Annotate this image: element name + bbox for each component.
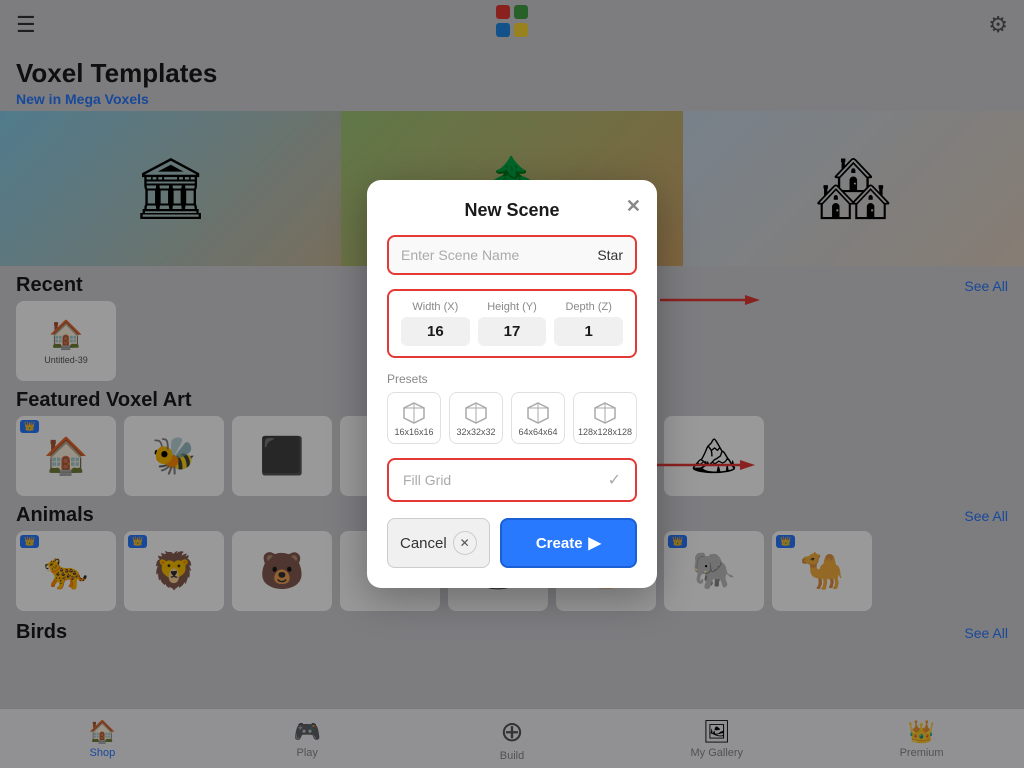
preset-cube-icon-4 [591,399,619,427]
preset-32[interactable]: 32x32x32 [449,392,503,444]
depth-value[interactable]: 1 [554,317,623,346]
create-label: Create [536,535,583,552]
preset-128[interactable]: 128x128x128 [573,392,637,444]
dimensions-section: Width (X) Height (Y) Depth (Z) 16 17 1 [387,289,637,358]
scene-name-value: Star [597,247,623,263]
presets-section: Presets 16x16x16 32x32x3 [387,372,637,444]
height-value[interactable]: 17 [478,317,547,346]
dimensions-values: 16 17 1 [401,317,623,346]
preset-cube-icon-2 [462,399,490,427]
preset-size-1: 16x16x16 [394,427,433,437]
preset-size-3: 64x64x64 [518,427,557,437]
preset-64[interactable]: 64x64x64 [511,392,565,444]
width-value[interactable]: 16 [401,317,470,346]
preset-size-4: 128x128x128 [578,427,632,437]
create-arrow-icon: ▶ [589,533,601,553]
scene-name-placeholder: Enter Scene Name [401,247,519,263]
preset-16[interactable]: 16x16x16 [387,392,441,444]
fill-grid-field[interactable]: Fill Grid ✓ [387,458,637,502]
modal-overlay[interactable]: New Scene ✕ Enter Scene Name Star Width … [0,0,1024,768]
modal-title: New Scene [387,200,637,221]
width-label: Width (X) [401,301,470,313]
modal-buttons: Cancel ✕ Create ▶ [387,518,637,568]
dimensions-labels: Width (X) Height (Y) Depth (Z) [401,301,623,313]
preset-cube-icon-1 [400,399,428,427]
preset-size-2: 32x32x32 [456,427,495,437]
new-scene-modal: New Scene ✕ Enter Scene Name Star Width … [367,180,657,588]
modal-close-button[interactable]: ✕ [626,196,641,217]
scene-name-field[interactable]: Enter Scene Name Star [387,235,637,275]
fill-grid-check-icon: ✓ [608,470,621,490]
cancel-x-icon: ✕ [453,531,477,555]
depth-label: Depth (Z) [554,301,623,313]
preset-cube-icon-3 [524,399,552,427]
cancel-button[interactable]: Cancel ✕ [387,518,490,568]
cancel-label: Cancel [400,535,447,552]
fill-grid-label: Fill Grid [403,472,451,488]
presets-label: Presets [387,372,637,386]
create-button[interactable]: Create ▶ [500,518,637,568]
presets-row: 16x16x16 32x32x32 64x6 [387,392,637,444]
height-label: Height (Y) [478,301,547,313]
